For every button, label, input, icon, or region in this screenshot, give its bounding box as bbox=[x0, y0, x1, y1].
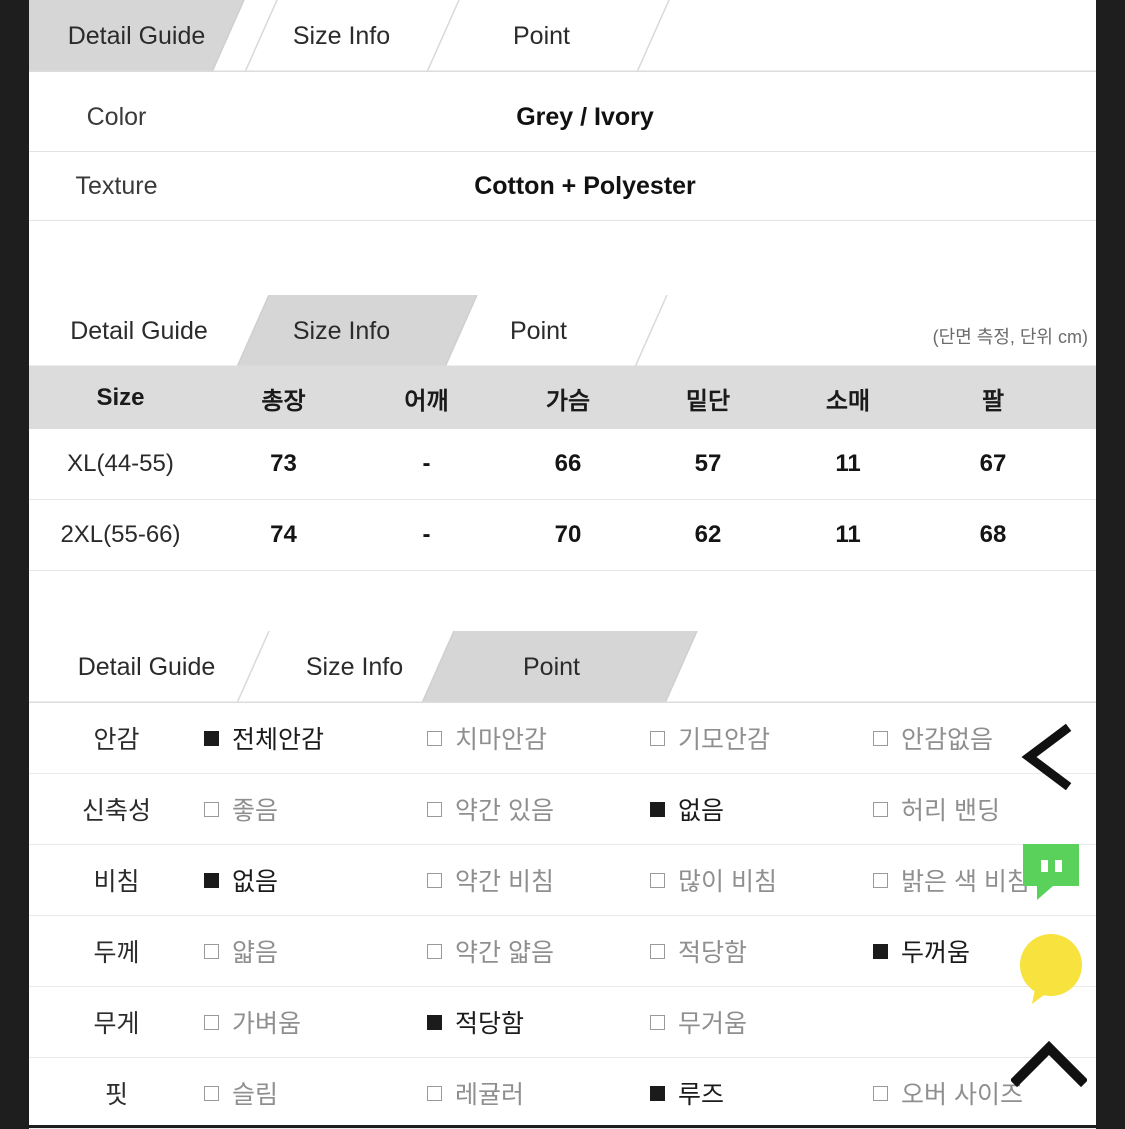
size-cell-0-0: XL(44-55) bbox=[67, 450, 174, 477]
checkbox-icon bbox=[427, 943, 442, 959]
size-cell-1-2: - bbox=[422, 521, 431, 548]
point-label-2: 비침 bbox=[93, 868, 140, 896]
point-option-3-1[interactable]: 약간 얇음 bbox=[427, 933, 650, 969]
checkbox-icon bbox=[873, 943, 888, 959]
point-option-2-1[interactable]: 약간 비침 bbox=[427, 862, 650, 898]
point-option-4-1[interactable]: 적당함 bbox=[427, 1004, 650, 1040]
point-option-4-2[interactable]: 무거움 bbox=[650, 1004, 873, 1040]
checkbox-icon bbox=[204, 872, 219, 888]
size-cell-1-5: 11 bbox=[835, 521, 861, 548]
size-header-5: 소매 bbox=[825, 387, 871, 415]
point-option-1-2[interactable]: 없음 bbox=[650, 791, 873, 827]
point-label-4: 무게 bbox=[93, 1010, 140, 1038]
point-row-transparency: 비침 없음 약간 비침 많이 비침 밝은 색 비침 bbox=[29, 845, 1096, 916]
checkbox-icon bbox=[427, 1014, 442, 1030]
point-option-4-0[interactable]: 가벼움 bbox=[204, 1004, 427, 1040]
speech-bubble-icon[interactable] bbox=[1014, 932, 1088, 1006]
point-row-fit: 핏 슬림 레귤러 루즈 오버 사이즈 bbox=[29, 1058, 1096, 1129]
table-row: XL(44-55) 73 - 66 57 11 67 bbox=[29, 429, 1096, 500]
size-cell-0-4: 57 bbox=[694, 450, 722, 477]
size-cell-0-1: 73 bbox=[270, 450, 297, 477]
point-option-0-1[interactable]: 치마안감 bbox=[427, 720, 650, 756]
size-info-tabbar: Detail Guide Size Info Point (단면 측정, 단위 … bbox=[29, 295, 1096, 367]
checkbox-icon bbox=[427, 801, 442, 817]
point-option-0-2[interactable]: 기모안감 bbox=[650, 720, 873, 756]
checkbox-icon bbox=[873, 872, 888, 888]
size-cell-1-1: 74 bbox=[270, 521, 297, 548]
point-label-5: 핏 bbox=[104, 1081, 128, 1109]
checkbox-icon bbox=[873, 801, 888, 817]
chat-bubble-icon[interactable] bbox=[1019, 840, 1083, 904]
point-option-1-1[interactable]: 약간 있음 bbox=[427, 791, 650, 827]
size-cell-0-6: 67 bbox=[979, 450, 1007, 477]
point-option-3-0[interactable]: 얇음 bbox=[204, 933, 427, 969]
checkbox-icon bbox=[204, 730, 219, 746]
size-header-1: 총장 bbox=[261, 387, 306, 415]
size-table-header: Size 총장 어깨 가슴 밑단 소매 팔 bbox=[29, 367, 1096, 429]
size-cell-0-3: 66 bbox=[554, 450, 582, 477]
point-option-0-0[interactable]: 전체안감 bbox=[204, 720, 427, 756]
chevron-up-icon[interactable] bbox=[1011, 1036, 1087, 1088]
checkbox-icon bbox=[650, 943, 665, 959]
table-row: 2XL(55-66) 74 - 70 62 11 68 bbox=[29, 500, 1096, 571]
point-label-1: 신축성 bbox=[81, 797, 151, 825]
point-option-1-3[interactable]: 허리 밴딩 bbox=[873, 791, 1096, 827]
point-option-2-0[interactable]: 없음 bbox=[204, 862, 427, 898]
size-header-6: 팔 bbox=[981, 387, 1005, 415]
checkbox-icon bbox=[873, 730, 888, 746]
detail-row-color: Color Grey / Ivory bbox=[29, 83, 1096, 152]
size-header-0: Size bbox=[96, 384, 145, 411]
detail-guide-tabbar: Detail Guide Size Info Point bbox=[29, 0, 1096, 72]
point-row-thickness: 두께 얇음 약간 얇음 적당함 두꺼움 bbox=[29, 916, 1096, 987]
checkbox-icon bbox=[204, 801, 219, 817]
size-header-2: 어깨 bbox=[404, 387, 449, 415]
point-row-lining: 안감 전체안감 치마안감 기모안감 안감없음 bbox=[29, 703, 1096, 774]
chevron-left-icon[interactable] bbox=[1013, 722, 1083, 792]
point-row-elasticity: 신축성 좋음 약간 있음 없음 허리 밴딩 bbox=[29, 774, 1096, 845]
point-row-weight: 무게 가벼움 적당함 무거움 bbox=[29, 987, 1096, 1058]
size-header-4: 밑단 bbox=[685, 387, 731, 415]
checkbox-icon bbox=[204, 1014, 219, 1030]
size-cell-1-3: 70 bbox=[554, 521, 582, 548]
detail-label-color: Color bbox=[86, 102, 147, 131]
point-label-0: 안감 bbox=[93, 726, 140, 754]
section-gap-1 bbox=[29, 221, 1096, 295]
point-option-5-0[interactable]: 슬림 bbox=[204, 1075, 427, 1111]
point-option-2-2[interactable]: 많이 비침 bbox=[650, 862, 873, 898]
detail-value-color: Grey / Ivory bbox=[516, 102, 654, 131]
checkbox-icon bbox=[650, 872, 665, 888]
checkbox-icon bbox=[204, 1085, 219, 1101]
checkbox-icon bbox=[873, 1085, 888, 1101]
checkbox-icon bbox=[650, 801, 665, 817]
size-cell-0-5: 11 bbox=[835, 450, 861, 477]
detail-value-texture: Cotton + Polyester bbox=[474, 171, 696, 200]
size-cell-1-6: 68 bbox=[979, 521, 1007, 548]
checkbox-icon bbox=[650, 1014, 665, 1030]
size-cell-1-0: 2XL(55-66) bbox=[60, 521, 181, 548]
point-label-3: 두께 bbox=[93, 939, 140, 967]
point-option-1-0[interactable]: 좋음 bbox=[204, 791, 427, 827]
point-option-3-2[interactable]: 적당함 bbox=[650, 933, 873, 969]
checkbox-icon bbox=[427, 872, 442, 888]
checkbox-icon bbox=[204, 943, 219, 959]
size-header-3: 가슴 bbox=[545, 387, 591, 415]
point-option-5-2[interactable]: 루즈 bbox=[650, 1075, 873, 1111]
section-gap-2 bbox=[29, 571, 1096, 631]
size-cell-0-2: - bbox=[422, 450, 431, 477]
product-detail-page: Detail Guide Size Info Point Color Grey … bbox=[29, 0, 1096, 1129]
checkbox-icon bbox=[427, 1085, 442, 1101]
size-cell-1-4: 62 bbox=[694, 521, 722, 548]
checkbox-icon bbox=[427, 730, 442, 746]
checkbox-icon bbox=[650, 1085, 665, 1101]
detail-label-texture: Texture bbox=[75, 171, 158, 200]
detail-row-texture: Texture Cotton + Polyester bbox=[29, 152, 1096, 221]
point-option-5-1[interactable]: 레귤러 bbox=[427, 1075, 650, 1111]
checkbox-icon bbox=[650, 730, 665, 746]
point-tabbar: Detail Guide Size Info Point bbox=[29, 631, 1096, 703]
